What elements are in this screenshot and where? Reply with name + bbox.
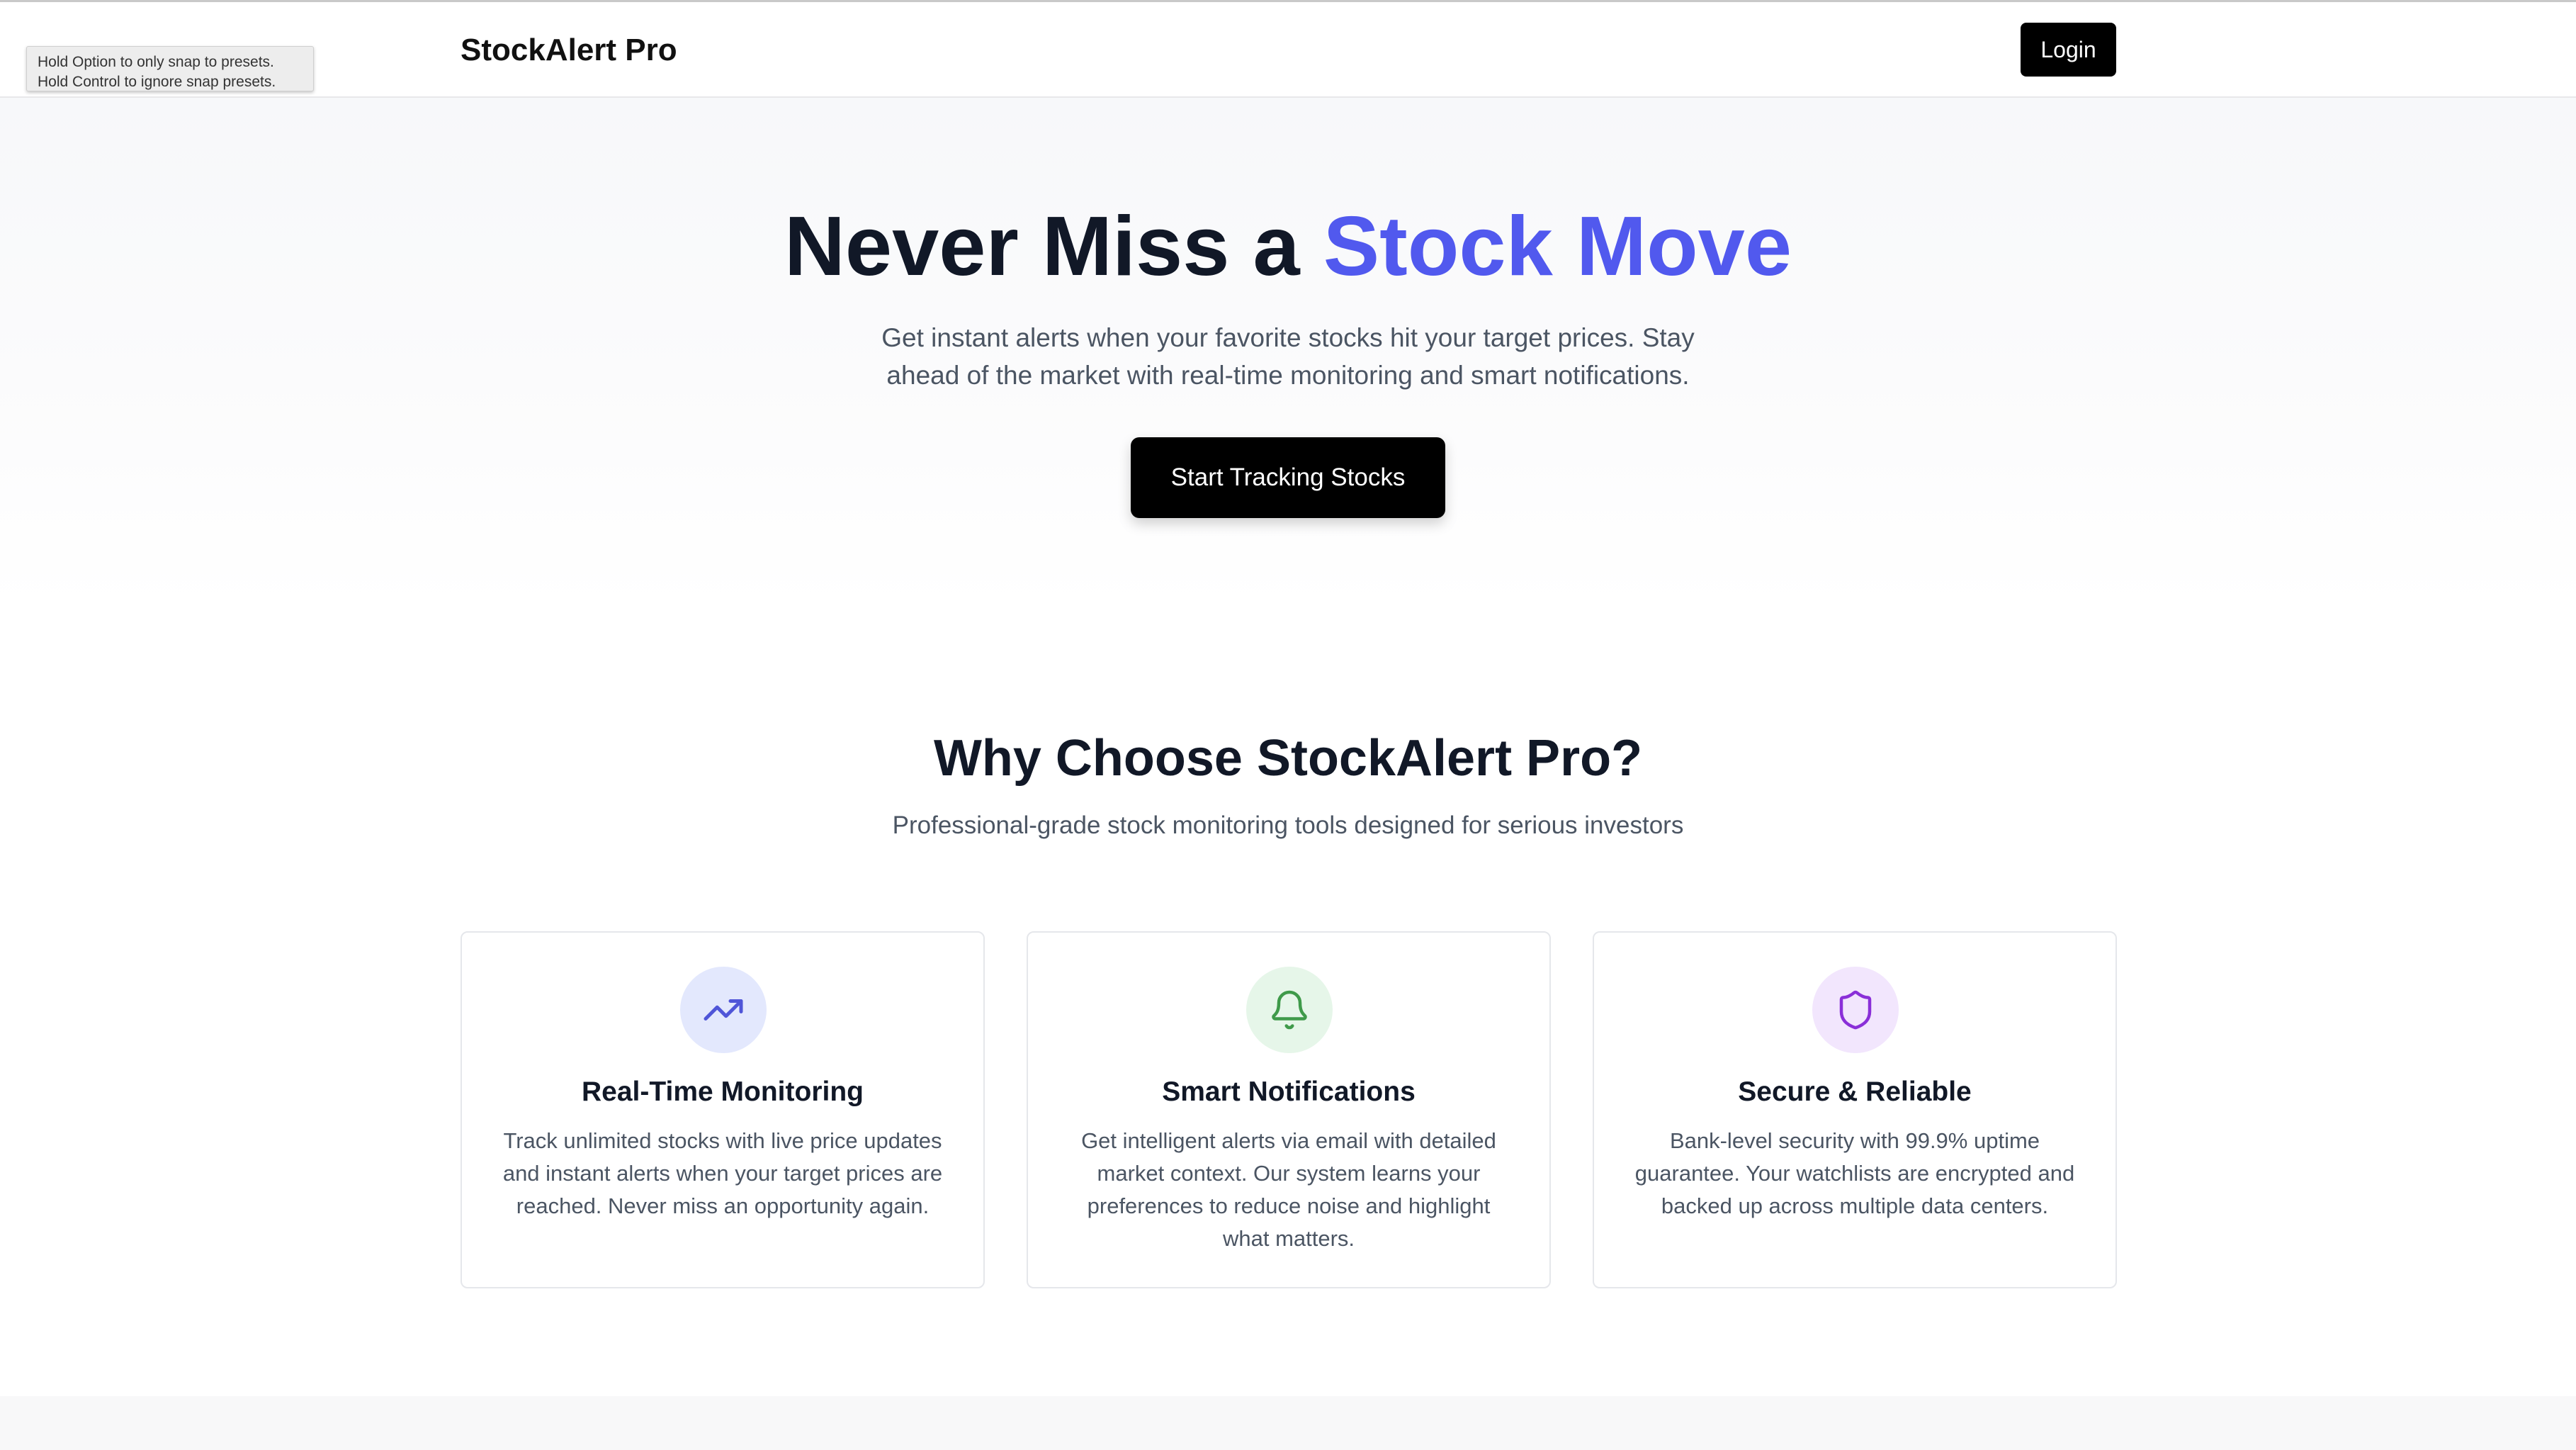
hero-title: Never Miss a Stock Move <box>0 193 2576 300</box>
feature-card-monitoring: Real-Time Monitoring Track unlimited sto… <box>461 931 985 1288</box>
feature-card-description: Get intelligent alerts via email with de… <box>1081 1128 1496 1251</box>
hero-title-accent: Stock Move <box>1323 199 1792 293</box>
feature-card-title: Smart Notifications <box>1162 1077 1416 1107</box>
hero-subtitle-line1: Get instant alerts when your favorite st… <box>881 323 1695 352</box>
feature-card-notifications: Smart Notifications Get intelligent aler… <box>1027 931 1551 1288</box>
site-header: StockAlert Pro Login <box>0 2 2576 98</box>
tooltip-line-option: Hold Option to only snap to presets. <box>38 54 274 70</box>
start-tracking-button[interactable]: Start Tracking Stocks <box>1131 437 1445 518</box>
tooltip-line-control: Hold Control to ignore snap presets. <box>38 74 276 90</box>
feature-card-security: Secure & Reliable Bank-level security wi… <box>1593 931 2117 1288</box>
page: Hold Option to only snap to presets. Hol… <box>0 0 2576 1450</box>
feature-card-description: Track unlimited stocks with live price u… <box>502 1128 943 1218</box>
login-button[interactable]: Login <box>2021 23 2116 77</box>
hero-subtitle-line2: ahead of the market with real-time monit… <box>886 361 1690 390</box>
features-title: Why Choose StockAlert Pro? <box>933 730 1643 787</box>
snap-tooltip: Hold Option to only snap to presets. Hol… <box>26 46 314 91</box>
feature-card-description: Bank-level security with 99.9% uptime gu… <box>1634 1128 2075 1218</box>
shield-icon <box>1812 967 1899 1053</box>
features-subtitle: Professional-grade stock monitoring tool… <box>892 811 1684 839</box>
trending-up-icon <box>680 967 767 1053</box>
brand-logo[interactable]: StockAlert Pro <box>461 30 677 70</box>
bell-icon <box>1246 967 1333 1053</box>
hero-title-main: Never Miss a <box>784 199 1300 293</box>
feature-card-title: Real-Time Monitoring <box>582 1077 864 1107</box>
feature-card-title: Secure & Reliable <box>1738 1077 1972 1107</box>
hero-subtitle: Get instant alerts when your favorite st… <box>827 319 1749 394</box>
footer-section <box>0 1396 2576 1450</box>
hero-section: Never Miss a Stock Move Get instant aler… <box>0 98 2576 608</box>
